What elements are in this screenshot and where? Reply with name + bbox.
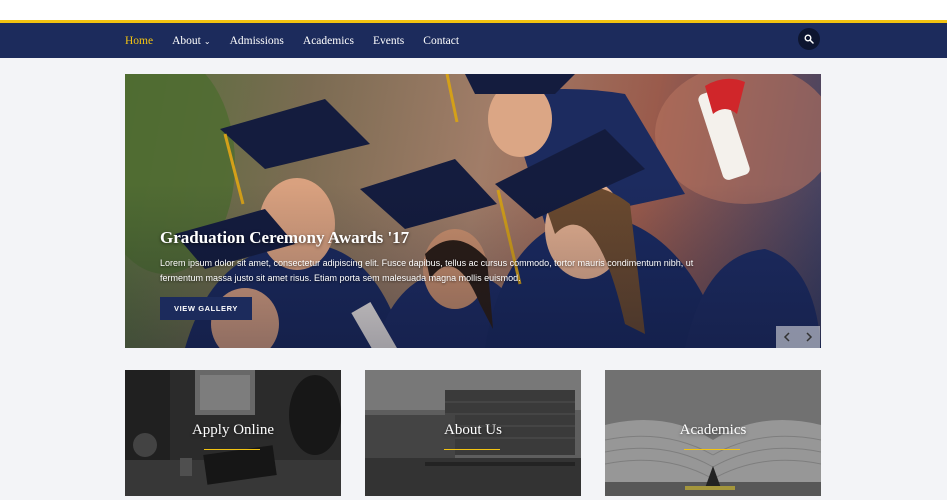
card-underline: [444, 449, 500, 450]
card-about-us[interactable]: About Us: [365, 370, 581, 496]
card-underline: [684, 449, 740, 450]
card-underline: [204, 449, 260, 450]
nav-item-about[interactable]: About ⌄: [172, 35, 210, 47]
chevron-right-icon: [806, 332, 813, 342]
nav-item-events[interactable]: Events: [373, 35, 404, 47]
card-title-academics: Academics: [679, 422, 747, 438]
slider-prev-button[interactable]: [776, 326, 798, 348]
nav-item-about-label: About: [172, 34, 201, 47]
nav-item-home[interactable]: Home: [125, 35, 153, 47]
slider-next-button[interactable]: [798, 326, 820, 348]
main-nav: Home About ⌄ Admissions Academics Events …: [125, 23, 478, 58]
nav-item-admissions[interactable]: Admissions: [230, 35, 284, 47]
card-apply-online[interactable]: Apply Online: [125, 370, 341, 496]
card-title-apply-online: Apply Online: [191, 422, 275, 438]
top-strip: [0, 0, 947, 20]
card-academics[interactable]: Academics: [605, 370, 821, 496]
chevron-left-icon: [783, 332, 790, 342]
search-icon: [804, 34, 814, 44]
nav-item-contact[interactable]: Contact: [423, 35, 459, 47]
hero-slider: Graduation Ceremony Awards '17 Lorem ips…: [125, 74, 821, 348]
search-button[interactable]: [798, 28, 820, 50]
chevron-down-icon: ⌄: [203, 36, 211, 46]
hero-description: Lorem ipsum dolor sit amet, consectetur …: [160, 258, 694, 283]
view-gallery-button[interactable]: VIEW GALLERY: [160, 297, 252, 320]
nav-item-academics[interactable]: Academics: [303, 35, 354, 47]
card-title-about-us: About Us: [444, 422, 502, 438]
main-navbar: Home About ⌄ Admissions Academics Events …: [0, 20, 947, 58]
hero-title: Graduation Ceremony Awards '17: [160, 228, 410, 247]
